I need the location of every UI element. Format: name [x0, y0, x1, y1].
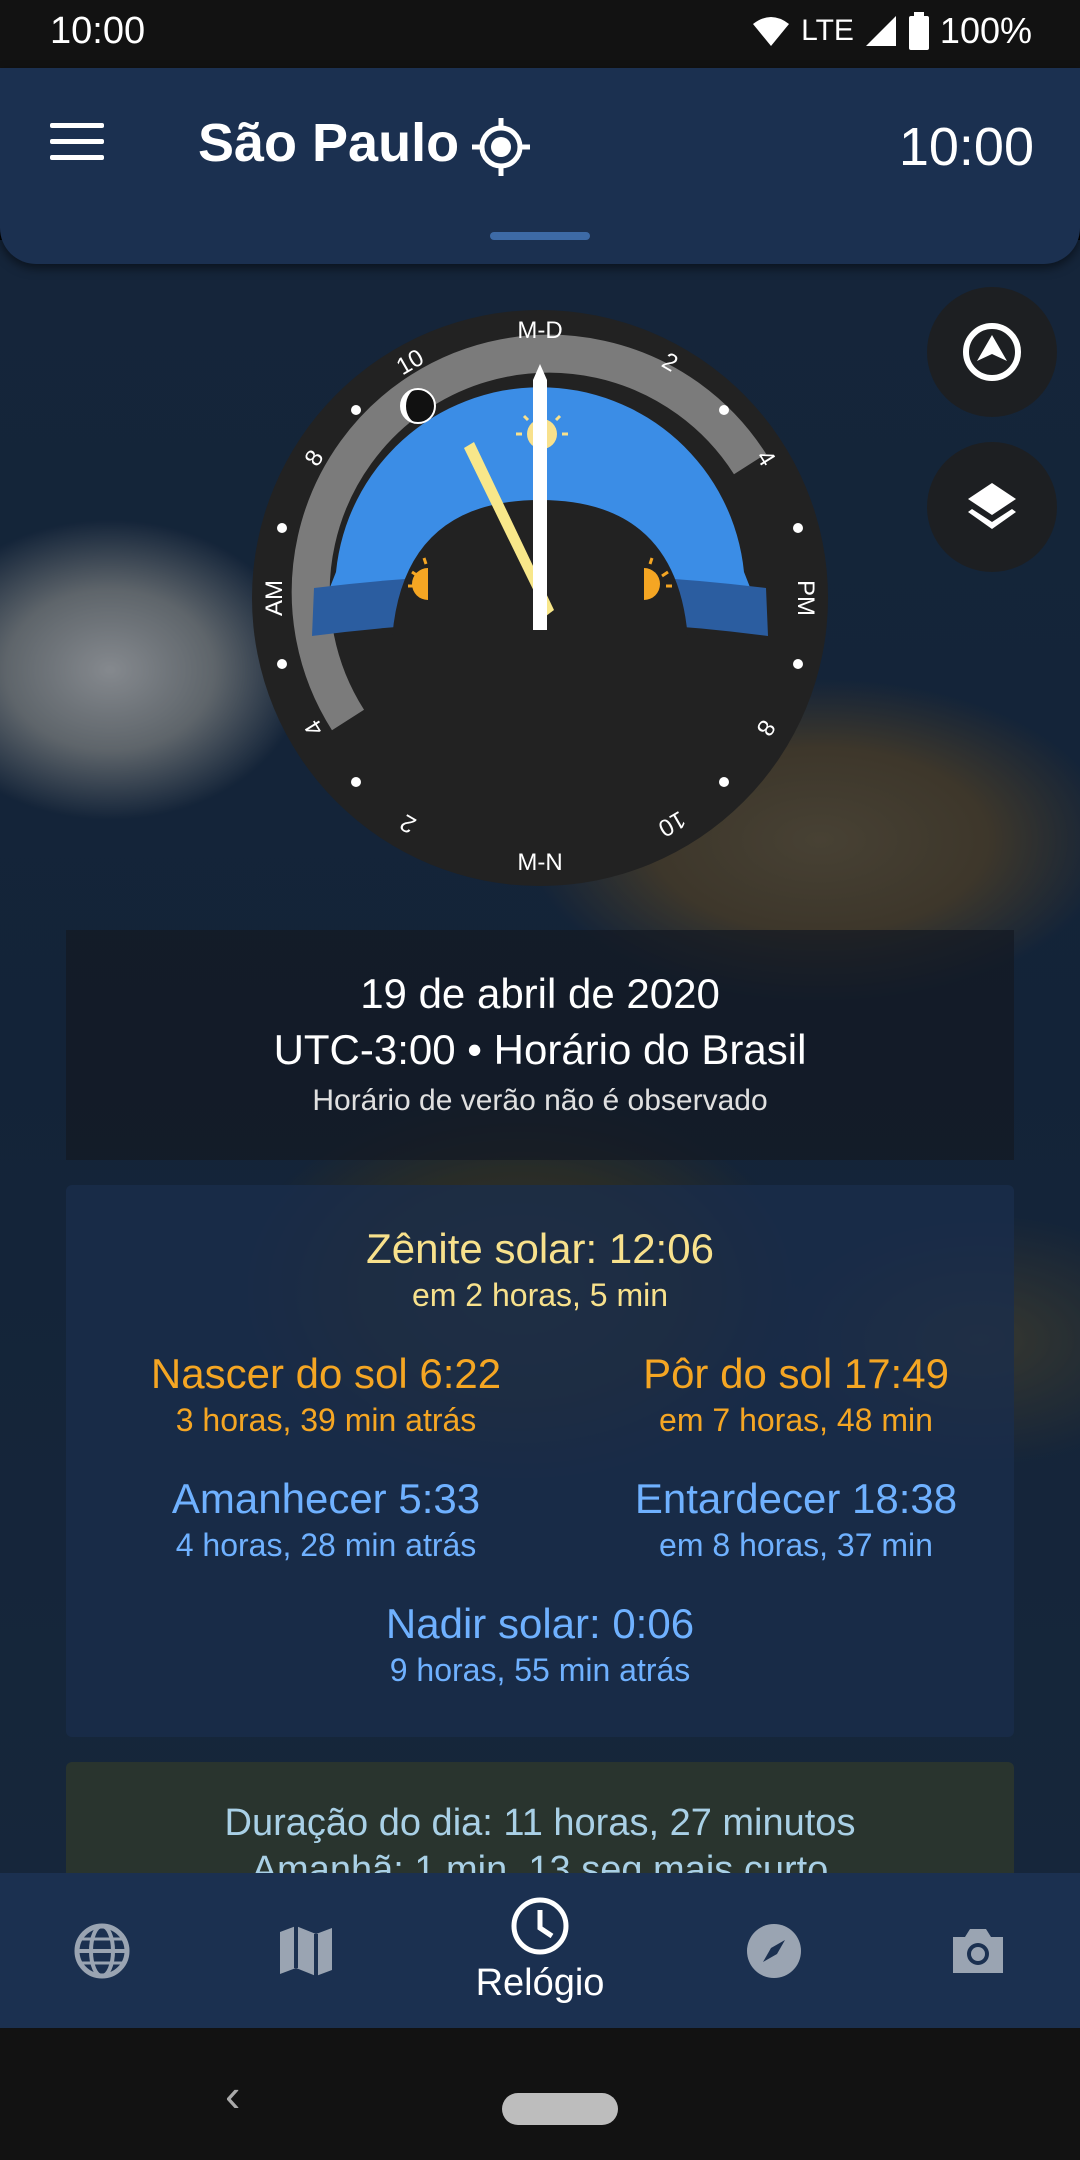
day-length-text: Duração do dia: 11 horas, 27 minutos: [224, 1802, 856, 1844]
battery-level: 100%: [939, 10, 1032, 51]
camera-icon: [953, 1928, 1003, 1973]
date-text: 19 de abril de 2020: [360, 970, 720, 1017]
layers-button[interactable]: [927, 442, 1057, 572]
dst-text: Horário de verão não é observado: [312, 1084, 768, 1117]
timezone-text: UTC-3:00 • Horário do Brasil: [273, 1026, 807, 1073]
solar-nadir-sub: 9 horas, 55 min atrás: [389, 1652, 691, 1688]
home-pill[interactable]: [502, 2093, 618, 2125]
dial-label-noon: M-D: [517, 317, 562, 344]
battery-icon: [908, 12, 929, 50]
solar-nadir: Nadir solar: 0:06 9 horas, 55 min atrás: [66, 1600, 1014, 1689]
status-bar: 10:00 LTE 100%: [0, 0, 1080, 68]
sunset-title: Pôr do sol 17:49: [643, 1350, 949, 1397]
map-icon: [280, 1925, 332, 1976]
status-time: 10:00: [50, 10, 146, 52]
nav-map[interactable]: [226, 1873, 386, 2028]
sun-times-panel: Zênite solar: 12:06 em 2 horas, 5 min Na…: [66, 1185, 1014, 1737]
layers-icon: [968, 483, 1016, 529]
nav-camera[interactable]: [898, 1873, 1058, 2028]
nav-clock-label: Relógio: [475, 1962, 605, 2004]
local-time: 10:00: [898, 117, 1034, 177]
my-location-icon[interactable]: [470, 116, 532, 178]
nav-globe[interactable]: [22, 1873, 182, 2028]
nav-clock[interactable]: Relógio: [460, 1873, 620, 2028]
follow-location-button[interactable]: [927, 287, 1057, 417]
back-icon[interactable]: ‹: [225, 2068, 240, 2122]
moon-icon: [400, 388, 436, 424]
wifi-icon: [753, 17, 790, 46]
app-bar: São Paulo 10:00: [0, 68, 1080, 264]
minute-hand: [533, 364, 547, 630]
sunset-sub: em 7 horas, 48 min: [659, 1402, 933, 1438]
sun-clock-dial[interactable]: M-D M-N AM PM 10 8 4 2 2 4 8 10: [252, 310, 828, 886]
drag-handle[interactable]: [490, 232, 590, 240]
status-icons: LTE 100%: [751, 10, 1032, 52]
globe-icon: [74, 1923, 130, 1978]
navigation-circle-icon: [963, 323, 1021, 381]
sunset: Pôr do sol 17:49 em 7 horas, 48 min: [496, 1350, 1080, 1439]
dusk-title: Entardecer 18:38: [634, 1475, 958, 1522]
city-title[interactable]: São Paulo: [198, 112, 459, 174]
dial-label-am: AM: [261, 580, 288, 616]
solar-zenith-sub: em 2 horas, 5 min: [411, 1277, 669, 1313]
nav-compass[interactable]: [694, 1873, 854, 2028]
dusk: Entardecer 18:38 em 8 horas, 37 min: [496, 1475, 1080, 1564]
date-panel: 19 de abril de 2020 UTC-3:00 • Horário d…: [66, 930, 1014, 1160]
dusk-sub: em 8 horas, 37 min: [659, 1527, 933, 1563]
solar-nadir-title: Nadir solar: 0:06: [385, 1600, 695, 1647]
bottom-navigation: Relógio: [0, 1873, 1080, 2028]
solar-zenith-title: Zênite solar: 12:06: [366, 1225, 714, 1272]
menu-icon[interactable]: [50, 123, 104, 163]
signal-icon: [865, 16, 896, 46]
compass-icon: [747, 1923, 801, 1978]
clock-icon: [511, 1897, 569, 1955]
day-length-panel: Duração do dia: 11 horas, 27 minutos Ama…: [66, 1762, 1014, 1880]
network-type: LTE: [801, 14, 854, 47]
dial-label-pm: PM: [792, 580, 819, 616]
solar-zenith: Zênite solar: 12:06 em 2 horas, 5 min: [66, 1225, 1014, 1314]
dial-label-midnight: M-N: [517, 849, 562, 876]
